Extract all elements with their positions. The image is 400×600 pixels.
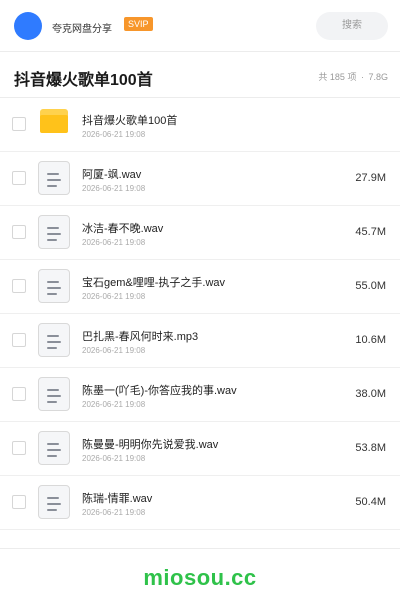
folder-meta: 共 185 项 · 7.8G bbox=[316, 70, 388, 83]
audio-file-icon bbox=[38, 323, 70, 357]
list-item[interactable]: 阿厦-飒.wav 2026-06-21 19:08 27.9M bbox=[0, 152, 400, 206]
file-date: 2026-06-21 19:08 bbox=[82, 130, 146, 139]
audio-file-icon bbox=[38, 377, 70, 411]
file-date: 2026-06-21 19:08 bbox=[82, 346, 146, 355]
watermark-text: miosou.cc bbox=[143, 565, 257, 590]
folder-title-bar: 抖音爆火歌单100首 共 185 项 · 7.8G bbox=[0, 52, 400, 98]
page-title: 抖音爆火歌单100首 bbox=[14, 72, 153, 89]
avatar[interactable] bbox=[14, 12, 42, 40]
file-date: 2026-06-21 19:08 bbox=[82, 184, 146, 193]
list-item[interactable]: 冰洁-春不晚.wav 2026-06-21 19:08 45.7M bbox=[0, 206, 400, 260]
select-checkbox[interactable] bbox=[12, 225, 26, 239]
list-item-folder[interactable]: 抖音爆火歌单100首 2026-06-21 19:08 bbox=[0, 98, 400, 152]
list-item[interactable]: 巴扎黑-春风何时来.mp3 2026-06-21 19:08 10.6M bbox=[0, 314, 400, 368]
file-date: 2026-06-21 19:08 bbox=[82, 292, 146, 301]
select-checkbox[interactable] bbox=[12, 117, 26, 131]
search-button[interactable]: 搜索 bbox=[316, 12, 388, 40]
file-list: 抖音爆火歌单100首 2026-06-21 19:08 阿厦-飒.wav 202… bbox=[0, 98, 400, 530]
audio-file-icon bbox=[38, 431, 70, 465]
item-count: 共 185 项 bbox=[318, 72, 357, 82]
file-size: 45.7M bbox=[355, 226, 386, 238]
file-name: 巴扎黑-春风何时来.mp3 bbox=[82, 331, 199, 343]
file-size: 53.8M bbox=[355, 442, 386, 454]
file-name: 陈曼曼-明明你先说爱我.wav bbox=[82, 439, 219, 451]
file-name: 宝石gem&哩哩-执子之手.wav bbox=[82, 277, 226, 289]
list-item[interactable]: 陈墨一(吖毛)-你答应我的事.wav 2026-06-21 19:08 38.0… bbox=[0, 368, 400, 422]
audio-file-icon bbox=[38, 215, 70, 249]
file-name: 冰洁-春不晚.wav bbox=[82, 223, 164, 235]
select-checkbox[interactable] bbox=[12, 441, 26, 455]
select-checkbox[interactable] bbox=[12, 171, 26, 185]
audio-file-icon bbox=[38, 161, 70, 195]
file-date: 2026-06-21 19:08 bbox=[82, 238, 146, 247]
folder-icon bbox=[40, 109, 68, 133]
file-name: 抖音爆火歌单100首 bbox=[82, 115, 178, 127]
file-size: 55.0M bbox=[355, 280, 386, 292]
svip-badge: SVIP bbox=[124, 17, 153, 31]
file-size: 10.6M bbox=[355, 334, 386, 346]
app-header: 夸克网盘分享 SVIP 搜索 bbox=[0, 0, 400, 52]
select-checkbox[interactable] bbox=[12, 387, 26, 401]
file-name: 陈墨一(吖毛)-你答应我的事.wav bbox=[82, 385, 237, 397]
list-item[interactable]: 陈曼曼-明明你先说爱我.wav 2026-06-21 19:08 53.8M bbox=[0, 422, 400, 476]
file-size: 50.4M bbox=[355, 496, 386, 508]
file-date: 2026-06-21 19:08 bbox=[82, 508, 146, 517]
select-checkbox[interactable] bbox=[12, 495, 26, 509]
list-item[interactable]: 陈瑞-情罪.wav 2026-06-21 19:08 50.4M bbox=[0, 476, 400, 530]
brand-label: 夸克网盘分享 bbox=[52, 24, 112, 35]
file-date: 2026-06-21 19:08 bbox=[82, 400, 146, 409]
audio-file-icon bbox=[38, 269, 70, 303]
total-size: 7.8G bbox=[368, 72, 388, 82]
file-size: 38.0M bbox=[355, 388, 386, 400]
file-date: 2026-06-21 19:08 bbox=[82, 454, 146, 463]
meta-separator: · bbox=[360, 72, 364, 82]
select-checkbox[interactable] bbox=[12, 279, 26, 293]
audio-file-icon bbox=[38, 485, 70, 519]
file-size: 27.9M bbox=[355, 172, 386, 184]
footer: miosou.cc bbox=[0, 548, 400, 600]
file-name: 陈瑞-情罪.wav bbox=[82, 493, 153, 505]
file-name: 阿厦-飒.wav bbox=[82, 169, 142, 181]
list-item[interactable]: 宝石gem&哩哩-执子之手.wav 2026-06-21 19:08 55.0M bbox=[0, 260, 400, 314]
select-checkbox[interactable] bbox=[12, 333, 26, 347]
